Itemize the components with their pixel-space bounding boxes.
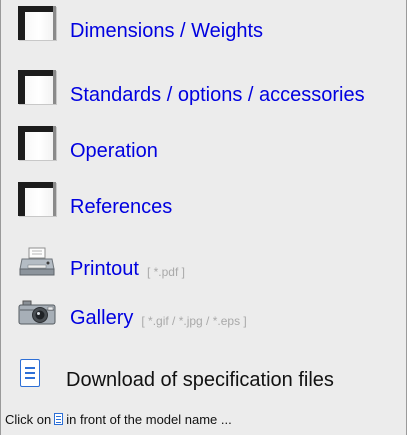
operation-link[interactable]: Operation xyxy=(70,139,158,163)
references-link[interactable]: References xyxy=(70,195,172,219)
link-row-operation[interactable]: Operation xyxy=(18,126,158,163)
printout-format-hint: [ *.pdf ] xyxy=(146,265,185,279)
camera-icon xyxy=(18,300,56,326)
gallery-format-hint: [ *.gif / *.jpg / *.eps ] xyxy=(141,314,247,328)
printer-icon xyxy=(18,247,56,277)
page-icon xyxy=(18,6,56,40)
standards-options-accessories-link[interactable]: Standards / options / accessories xyxy=(70,83,365,107)
link-row-standards[interactable]: Standards / options / accessories xyxy=(18,70,365,107)
gallery-link[interactable]: Gallery xyxy=(70,306,133,330)
document-icon xyxy=(20,359,40,387)
dimensions-weights-link[interactable]: Dimensions / Weights xyxy=(70,19,263,43)
printout-row[interactable]: Printout [ *.pdf ] xyxy=(18,247,185,280)
page-icon xyxy=(18,70,56,104)
footer-suffix: in front of the model name ... xyxy=(66,412,232,427)
link-row-references[interactable]: References xyxy=(18,182,172,219)
link-row-dimensions[interactable]: Dimensions / Weights xyxy=(18,6,263,43)
download-row[interactable]: Download of specification files xyxy=(20,359,334,391)
download-specification-files-label: Download of specification files xyxy=(66,369,334,391)
spec-links-panel: Dimensions / Weights Standards / options… xyxy=(0,0,407,435)
footer-instructions: Click on in front of the model name ... xyxy=(5,412,232,427)
gallery-row[interactable]: Gallery [ *.gif / *.jpg / *.eps ] xyxy=(18,300,247,329)
small-document-icon xyxy=(54,413,64,425)
printout-link[interactable]: Printout xyxy=(70,257,139,281)
page-icon xyxy=(18,182,56,216)
footer-prefix: Click on xyxy=(5,412,52,427)
page-icon xyxy=(18,126,56,160)
